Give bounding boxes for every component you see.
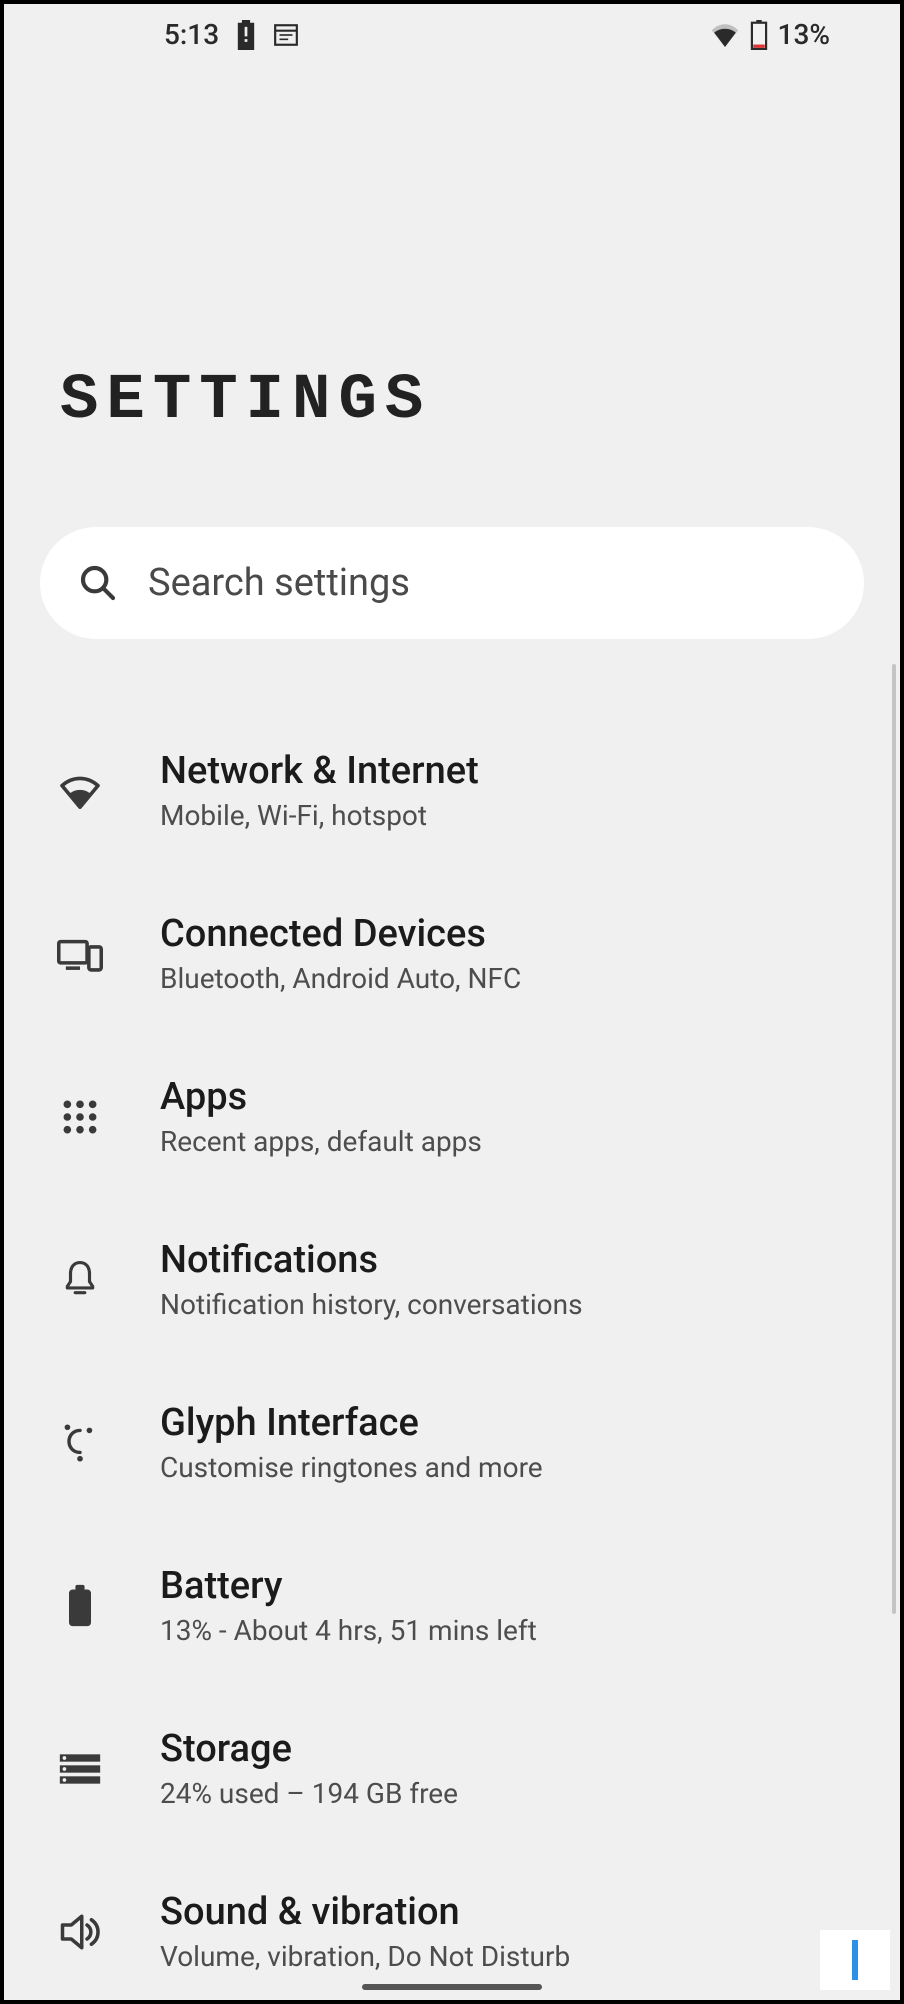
page-title: SETTINGS	[60, 365, 900, 437]
settings-item-network[interactable]: Network & Internet Mobile, Wi-Fi, hotspo…	[4, 709, 880, 872]
battery-status-icon	[750, 20, 768, 50]
item-title: Battery	[160, 1564, 537, 1608]
status-left: 5:13	[164, 18, 299, 51]
search-settings[interactable]: Search settings	[40, 527, 864, 639]
settings-item-connected-devices[interactable]: Connected Devices Bluetooth, Android Aut…	[4, 872, 880, 1035]
item-subtitle: Customise ringtones and more	[160, 1451, 543, 1484]
search-placeholder: Search settings	[148, 561, 410, 605]
item-title: Storage	[160, 1727, 458, 1771]
speaker-icon	[56, 1908, 104, 1956]
item-title: Glyph Interface	[160, 1401, 543, 1445]
wifi-icon	[710, 23, 740, 47]
settings-item-notifications[interactable]: Notifications Notification history, conv…	[4, 1198, 880, 1361]
scrollbar[interactable]	[892, 664, 896, 1614]
item-subtitle: 24% used – 194 GB free	[160, 1777, 458, 1810]
item-subtitle: Notification history, conversations	[160, 1288, 583, 1321]
item-title: Connected Devices	[160, 912, 521, 956]
battery-icon	[56, 1582, 104, 1630]
item-title: Notifications	[160, 1238, 583, 1282]
item-title: Sound & vibration	[160, 1890, 570, 1934]
nav-indicator[interactable]	[362, 1984, 542, 1990]
item-subtitle: Recent apps, default apps	[160, 1125, 482, 1158]
status-time: 5:13	[164, 18, 219, 51]
battery-alert-icon	[235, 20, 257, 50]
item-title: Apps	[160, 1075, 482, 1119]
settings-item-apps[interactable]: Apps Recent apps, default apps	[4, 1035, 880, 1198]
calendar-icon	[273, 22, 299, 48]
item-subtitle: Mobile, Wi-Fi, hotspot	[160, 799, 479, 832]
bell-icon	[56, 1256, 104, 1304]
apps-grid-icon	[56, 1093, 104, 1141]
settings-item-sound[interactable]: Sound & vibration Volume, vibration, Do …	[4, 1850, 880, 2004]
item-subtitle: 13% - About 4 hrs, 51 mins left	[160, 1614, 537, 1647]
item-subtitle: Volume, vibration, Do Not Disturb	[160, 1940, 570, 1973]
wifi-icon	[56, 767, 104, 815]
item-subtitle: Bluetooth, Android Auto, NFC	[160, 962, 521, 995]
settings-item-glyph[interactable]: Glyph Interface Customise ringtones and …	[4, 1361, 880, 1524]
settings-item-storage[interactable]: Storage 24% used – 194 GB free	[4, 1687, 880, 1850]
settings-list: Network & Internet Mobile, Wi-Fi, hotspo…	[4, 709, 900, 2004]
glyph-icon	[56, 1419, 104, 1467]
devices-icon	[56, 930, 104, 978]
storage-icon	[56, 1745, 104, 1793]
status-right: 13%	[710, 18, 830, 51]
settings-item-battery[interactable]: Battery 13% - About 4 hrs, 51 mins left	[4, 1524, 880, 1687]
search-icon	[76, 561, 120, 605]
status-bar: 5:13	[4, 4, 900, 65]
battery-percent-text: 13%	[778, 18, 830, 51]
overlay-artifact	[820, 1930, 890, 1990]
item-title: Network & Internet	[160, 749, 479, 793]
